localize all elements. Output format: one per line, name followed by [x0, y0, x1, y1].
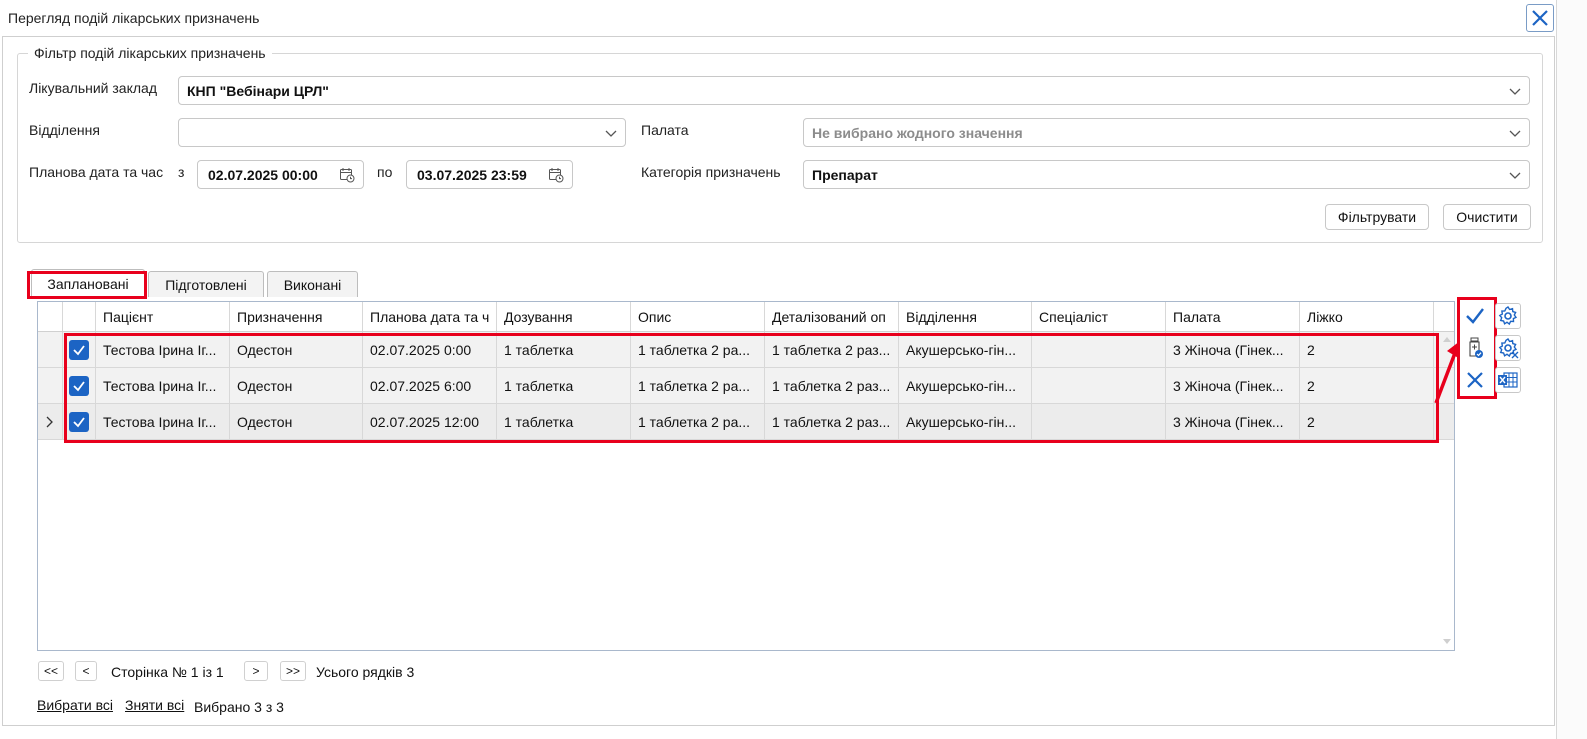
- department-label: Відділення: [29, 122, 100, 138]
- window-titlebar: Перегляд подій лікарських призначень: [0, 0, 1587, 36]
- column-header-ward[interactable]: Палата: [1166, 302, 1300, 331]
- clear-button[interactable]: Очистити: [1443, 204, 1531, 230]
- facility-label: Лікувальний заклад: [29, 80, 157, 96]
- ward-select[interactable]: Не вибрано жодного значення: [803, 118, 1530, 147]
- category-label: Категорія призначень: [641, 164, 781, 180]
- tab-highlight-annotation: [27, 271, 147, 299]
- column-header-department[interactable]: Відділення: [899, 302, 1032, 331]
- rows-highlight-annotation: [64, 333, 1439, 443]
- ward-label: Палата: [641, 122, 689, 138]
- department-select[interactable]: [178, 118, 626, 147]
- settings-remove-button[interactable]: [1495, 335, 1521, 361]
- row-indicator: [38, 332, 63, 367]
- select-all-link[interactable]: Вибрати всі: [37, 697, 113, 713]
- from-date-field[interactable]: 02.07.2025 00:00: [197, 160, 364, 189]
- category-value: Препарат: [812, 167, 878, 183]
- from-date-value: 02.07.2025 00:00: [208, 167, 318, 183]
- scroll-down-icon[interactable]: [1442, 637, 1452, 647]
- column-header-patient[interactable]: Пацієнт: [96, 302, 230, 331]
- cancel-button[interactable]: [1462, 367, 1488, 393]
- filter-group: Фільтр подій лікарських призначень Лікув…: [17, 45, 1543, 243]
- gear-cross-icon: [1498, 338, 1519, 359]
- column-header-dose[interactable]: Дозування: [497, 302, 631, 331]
- planned-date-label: Планова дата та час: [29, 164, 164, 180]
- prev-page-button[interactable]: <: [75, 661, 97, 681]
- total-rows-text: Усього рядків 3: [316, 664, 415, 680]
- selected-count-text: Вибрано 3 з 3: [194, 699, 284, 715]
- calendar-clock-icon[interactable]: [339, 167, 355, 183]
- first-page-button[interactable]: <<: [38, 661, 64, 681]
- chevron-down-icon: [605, 130, 617, 137]
- close-icon: [1467, 372, 1483, 388]
- column-header-assignment[interactable]: Призначення: [230, 302, 363, 331]
- window-edge: [1556, 0, 1587, 739]
- main-panel: Фільтр подій лікарських призначень Лікув…: [2, 36, 1555, 726]
- last-page-button[interactable]: >>: [280, 661, 306, 681]
- close-button[interactable]: [1526, 4, 1554, 32]
- checkmark-icon: [1466, 308, 1484, 324]
- column-header-specialist[interactable]: Спеціаліст: [1032, 302, 1166, 331]
- prepare-medication-button[interactable]: [1462, 335, 1488, 361]
- next-page-button[interactable]: >: [244, 661, 268, 681]
- confirm-button[interactable]: [1462, 303, 1488, 329]
- chevron-down-icon: [1509, 130, 1521, 137]
- ward-placeholder: Не вибрано жодного значення: [812, 125, 1023, 141]
- from-label: з: [178, 164, 185, 180]
- chevron-down-icon: [1509, 88, 1521, 95]
- chevron-down-icon: [1509, 172, 1521, 179]
- row-indicator: [38, 404, 63, 439]
- excel-icon: [1498, 372, 1518, 388]
- gear-icon: [1498, 306, 1518, 326]
- to-label: по: [377, 164, 393, 180]
- filter-legend: Фільтр подій лікарських призначень: [28, 45, 272, 61]
- current-row-arrow-icon: [46, 416, 53, 427]
- filter-button[interactable]: Фільтрувати: [1325, 204, 1429, 230]
- medicine-bottle-icon: [1469, 337, 1483, 358]
- category-select[interactable]: Препарат: [803, 160, 1530, 189]
- column-header-description[interactable]: Опис: [631, 302, 765, 331]
- settings-button[interactable]: [1495, 303, 1521, 329]
- checkbox-header: [63, 302, 96, 331]
- excel-export-button[interactable]: [1495, 367, 1521, 393]
- row-indicator-header: [38, 302, 63, 331]
- row-indicator: [38, 368, 63, 403]
- column-header-planned-date[interactable]: Планова дата та ч: [363, 302, 497, 331]
- deselect-all-link[interactable]: Зняти всі: [125, 697, 184, 713]
- column-header-detailed-description[interactable]: Деталізований оп: [765, 302, 899, 331]
- column-header-bed[interactable]: Ліжко: [1300, 302, 1434, 331]
- tab-completed[interactable]: Виконані: [267, 271, 358, 297]
- grid-header: Пацієнт Призначення Планова дата та ч До…: [38, 302, 1454, 332]
- calendar-clock-icon[interactable]: [548, 167, 564, 183]
- page-indicator: Сторінка № 1 із 1: [111, 664, 224, 680]
- tab-prepared[interactable]: Підготовлені: [148, 271, 264, 297]
- close-icon: [1532, 10, 1548, 26]
- to-date-field[interactable]: 03.07.2025 23:59: [406, 160, 573, 189]
- facility-value: КНП "Вебінари ЦРЛ": [187, 83, 329, 99]
- to-date-value: 03.07.2025 23:59: [417, 167, 527, 183]
- facility-select[interactable]: КНП "Вебінари ЦРЛ": [178, 76, 1530, 105]
- window-title: Перегляд подій лікарських призначень: [8, 10, 260, 26]
